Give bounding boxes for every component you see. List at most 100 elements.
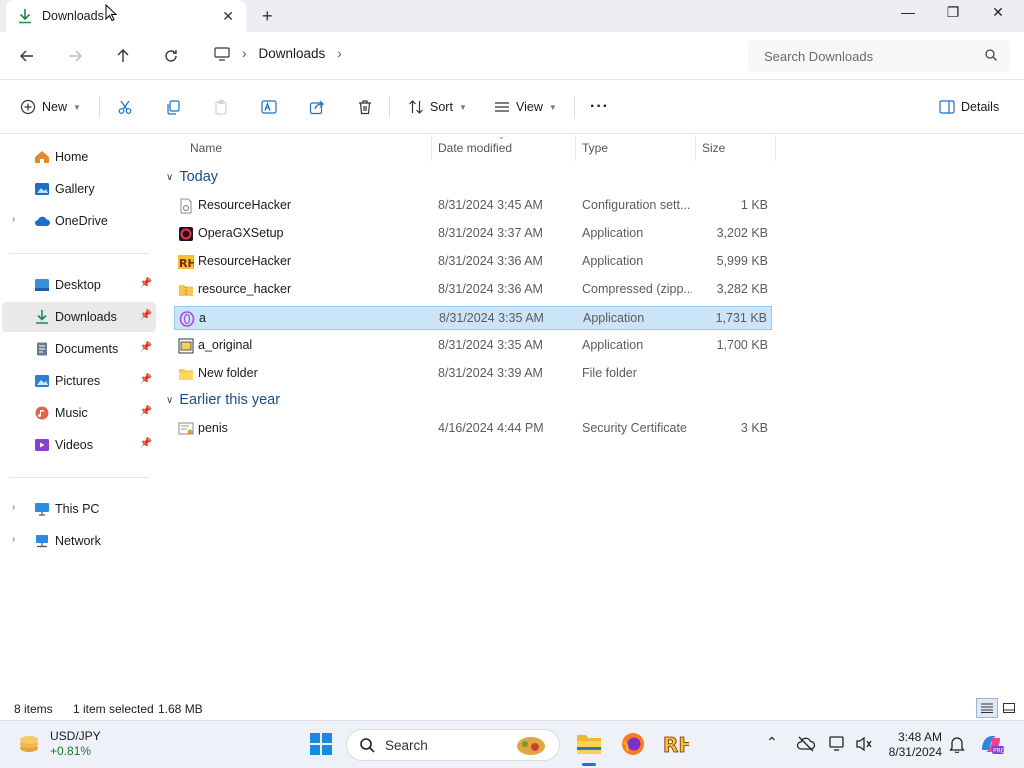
sidebar-item-downloads[interactable]: Downloads 📌 [2, 302, 156, 332]
tab-downloads[interactable]: Downloads ✕ [6, 0, 246, 32]
search-input[interactable]: Search Downloads [748, 40, 1010, 72]
sidebar-item-videos[interactable]: Videos 📌 [2, 430, 156, 460]
sidebar-item-home[interactable]: Home [2, 142, 156, 172]
notifications-button[interactable] [944, 731, 970, 757]
close-button[interactable]: ✕ [978, 4, 1018, 21]
sidebar-item-label: Pictures [55, 374, 101, 388]
close-tab-icon[interactable]: ✕ [222, 8, 234, 25]
more-options-button[interactable]: ··· [590, 97, 609, 117]
view-button[interactable]: View ▼ [494, 97, 557, 117]
details-button[interactable]: Details [939, 97, 999, 117]
list-view-icon [981, 703, 993, 713]
table-row[interactable]: a_original 8/31/2024 3:35 AM Application… [174, 334, 772, 358]
sidebar-item-pictures[interactable]: Pictures 📌 [2, 366, 156, 396]
start-button[interactable] [308, 731, 334, 757]
new-button[interactable]: New ▼ [20, 97, 81, 117]
monitor-icon[interactable] [214, 46, 230, 61]
file-size: 1,700 KB [716, 338, 768, 352]
table-row[interactable]: a 8/31/2024 3:35 AM Application 1,731 KB [174, 306, 772, 330]
file-date: 8/31/2024 3:35 AM [439, 311, 544, 325]
file-name: New folder [198, 366, 258, 380]
up-button[interactable] [113, 46, 133, 66]
view-icon [495, 102, 509, 112]
paste-button[interactable] [213, 97, 229, 117]
cut-button[interactable] [117, 97, 133, 117]
weather-widget-icon[interactable] [16, 731, 42, 757]
column-header-type[interactable]: Type [576, 135, 696, 161]
table-row[interactable]: OperaGXSetup 8/31/2024 3:37 AM Applicati… [174, 222, 772, 246]
sidebar-divider [10, 477, 148, 478]
file-name: resource_hacker [198, 282, 292, 296]
svg-text:RH: RH [663, 733, 689, 756]
table-row[interactable]: resource_hacker 8/31/2024 3:36 AM Compre… [174, 278, 772, 302]
refresh-button[interactable] [161, 46, 181, 66]
file-name: ResourceHacker [198, 254, 292, 268]
column-header-size[interactable]: Size [696, 135, 776, 161]
file-type: Application [582, 226, 644, 240]
file-type: Application [582, 254, 644, 268]
back-button[interactable] [17, 46, 37, 66]
sort-button[interactable]: Sort ▼ [408, 97, 467, 117]
chevron-up-icon[interactable]: ⌃ [766, 734, 778, 751]
group-header-earlier-this-year[interactable]: ∨ Earlier this year [166, 392, 280, 408]
taskbar-search[interactable]: Search [346, 729, 560, 761]
sidebar-item-desktop[interactable]: Desktop 📌 [2, 270, 156, 300]
home-icon [35, 151, 49, 163]
file-size: 1 KB [740, 198, 768, 212]
sidebar-item-onedrive[interactable]: › OneDrive [2, 206, 156, 236]
sidebar-item-documents[interactable]: Documents 📌 [2, 334, 156, 364]
tiles-view-button[interactable] [998, 698, 1020, 718]
sidebar-item-network[interactable]: › Network [2, 526, 156, 556]
firefox-taskbar-button[interactable] [620, 731, 646, 757]
table-row[interactable]: penis 4/16/2024 4:44 PM Security Certifi… [174, 417, 772, 441]
maximize-button[interactable]: ❐ [933, 4, 973, 21]
column-header-name[interactable]: Name [184, 135, 432, 161]
delete-button[interactable] [357, 97, 373, 117]
table-row[interactable]: ResourceHacker 8/31/2024 3:45 AM Configu… [174, 194, 772, 218]
sidebar-item-this-pc[interactable]: › This PC [2, 494, 156, 524]
chevron-right-icon[interactable]: › [12, 534, 15, 545]
sort-indicator-icon: ⌄ [498, 132, 505, 141]
pin-icon: 📌 [139, 406, 152, 417]
details-view-button[interactable] [976, 698, 998, 718]
taskbar-clock[interactable]: 3:48 AM 8/31/2024 [880, 730, 942, 760]
volume-status-button[interactable] [851, 731, 877, 757]
new-tab-button[interactable]: + [262, 6, 273, 27]
copy-button[interactable] [165, 97, 181, 117]
arrow-right-icon [69, 50, 82, 62]
widget-ticker[interactable]: USD/JPY +0.81% [50, 729, 101, 759]
speaker-muted-icon [856, 736, 872, 752]
chevron-right-icon[interactable]: › [12, 502, 15, 513]
network-status-button[interactable] [793, 731, 819, 757]
clock-time: 3:48 AM [897, 730, 942, 744]
file-size: 1,731 KB [715, 311, 767, 325]
file-size: 3,282 KB [716, 282, 768, 296]
rename-button[interactable] [261, 97, 277, 117]
folder-icon [179, 369, 193, 380]
breadcrumb-item-downloads[interactable]: Downloads [259, 46, 326, 61]
chevron-right-icon[interactable]: › [12, 214, 15, 225]
table-row[interactable]: New folder 8/31/2024 3:39 AM File folder [174, 362, 772, 386]
sidebar-item-gallery[interactable]: Gallery [2, 174, 156, 204]
forward-button[interactable] [65, 46, 85, 66]
copilot-button[interactable]: PRE [978, 731, 1004, 757]
sidebar-item-music[interactable]: Music 📌 [2, 398, 156, 428]
file-explorer-taskbar-button[interactable] [576, 731, 602, 757]
minimize-button[interactable]: — [888, 4, 928, 20]
pin-icon: 📌 [139, 310, 152, 321]
windows-logo-icon [310, 733, 332, 755]
ticker-change: +0.81% [50, 744, 92, 758]
copy-icon [167, 100, 180, 115]
chevron-right-icon[interactable]: › [337, 46, 342, 61]
resource-hacker-taskbar-button[interactable]: RH [663, 731, 689, 757]
currency-icon [20, 736, 38, 752]
tab-title: Downloads [42, 9, 104, 23]
config-file-icon [180, 198, 192, 214]
table-row[interactable]: RH ResourceHacker 8/31/2024 3:36 AM Appl… [174, 250, 772, 274]
chevron-right-icon[interactable]: › [242, 46, 247, 61]
item-count: 8 items [14, 702, 53, 716]
group-header-today[interactable]: ∨ Today [166, 169, 218, 185]
firefox-icon [622, 733, 644, 755]
share-button[interactable] [309, 97, 325, 117]
display-status-button[interactable] [825, 731, 851, 757]
